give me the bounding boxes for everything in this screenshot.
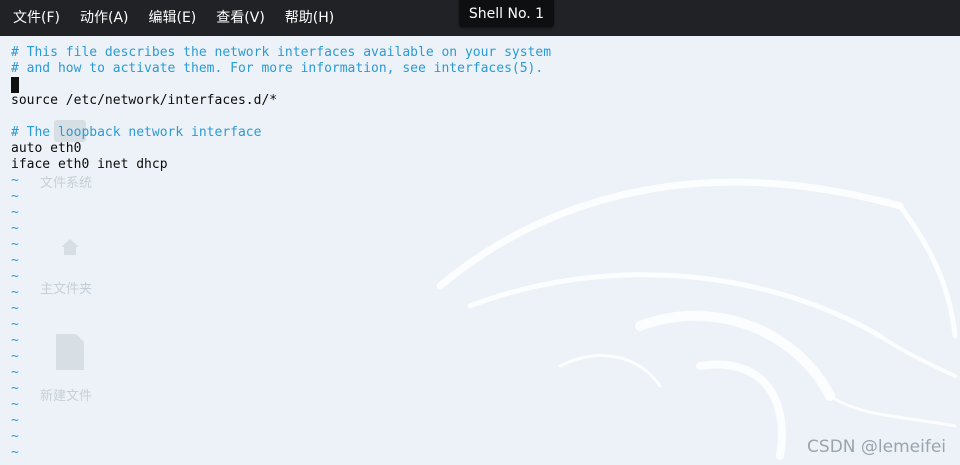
watermark: CSDN @lemeifei [807, 437, 946, 457]
editor-line: # and how to activate them. For more inf… [11, 61, 544, 76]
editor-line: auto eth0 [11, 141, 82, 156]
empty-line-marker: ~ [11, 381, 19, 396]
empty-line-marker: ~ [11, 365, 19, 380]
empty-line-marker: ~ [11, 317, 19, 332]
editor-line: # The loopback network interface [11, 125, 262, 140]
empty-line-marker: ~ [11, 413, 19, 428]
empty-line-marker: ~ [11, 301, 19, 316]
empty-line-marker: ~ [11, 173, 19, 188]
tab-shell-1[interactable]: Shell No. 1 [459, 0, 554, 27]
empty-line-marker: ~ [11, 189, 19, 204]
empty-line-marker: ~ [11, 445, 19, 460]
menu-file[interactable]: 文件(F) [0, 0, 68, 36]
menu-view[interactable]: 查看(V) [204, 0, 273, 36]
empty-line-marker: ~ [11, 205, 19, 220]
empty-line-marker: ~ [11, 349, 19, 364]
empty-line-marker: ~ [11, 253, 19, 268]
menu-help[interactable]: 帮助(H) [273, 0, 342, 36]
menu-action[interactable]: 动作(A) [68, 0, 137, 36]
empty-line-marker: ~ [11, 285, 19, 300]
empty-line-marker: ~ [11, 237, 19, 252]
empty-line-marker: ~ [11, 269, 19, 284]
editor-line: iface eth0 inet dhcp [11, 157, 168, 172]
editor-line: source /etc/network/interfaces.d/* [11, 93, 278, 108]
empty-line-marker: ~ [11, 221, 19, 236]
editor-line [11, 77, 551, 93]
editor-line: # This file describes the network interf… [11, 45, 552, 60]
empty-line-marker: ~ [11, 429, 19, 444]
empty-line-marker: ~ [11, 333, 19, 348]
vim-editor-buffer[interactable]: # This file describes the network interf… [11, 45, 551, 461]
empty-line-marker: ~ [11, 397, 19, 412]
terminal-area[interactable]: 文件系统 主文件夹 新建文件 # This file describes the… [0, 36, 960, 465]
text-cursor [11, 77, 19, 93]
menu-edit[interactable]: 编辑(E) [137, 0, 205, 36]
